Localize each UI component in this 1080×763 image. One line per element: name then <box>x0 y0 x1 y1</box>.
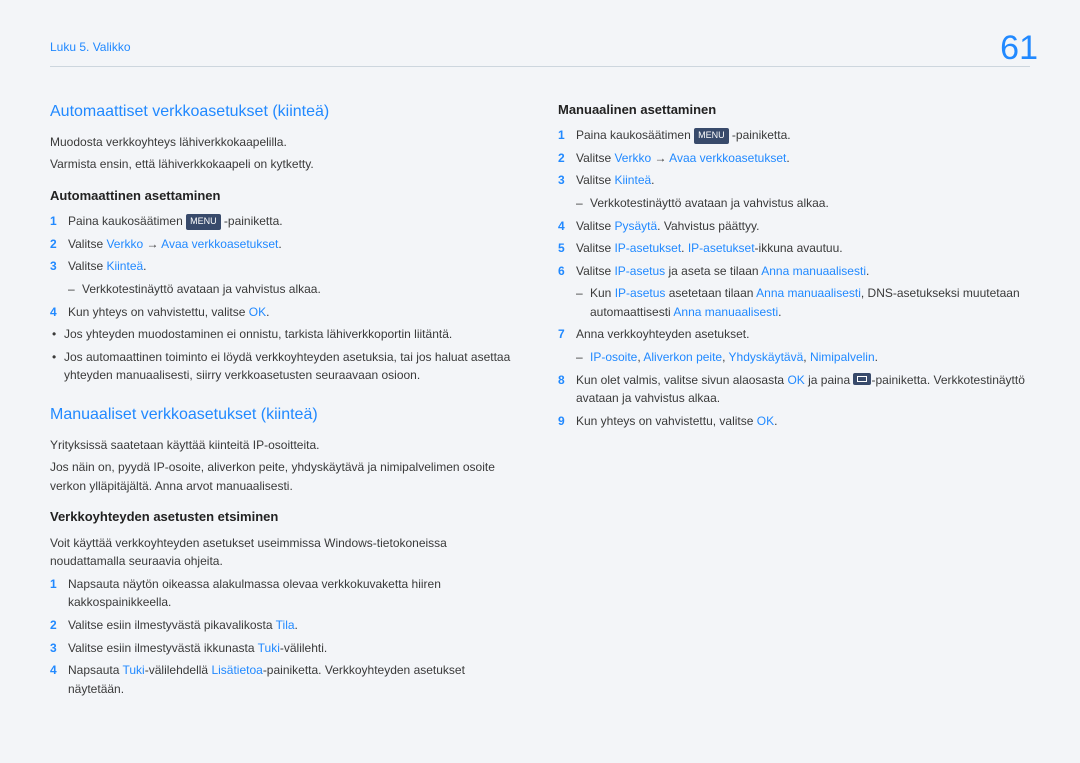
option-lisatietoa: Lisätietoa <box>211 663 262 677</box>
body-text: Voit käyttää verkkoyhteyden asetukset us… <box>50 534 522 571</box>
step-text: -painiketta. <box>729 128 791 142</box>
step-text: -välilehdellä <box>145 663 212 677</box>
note-text: Jos yhteyden muodostaminen ei onnistu, t… <box>50 325 522 344</box>
step-text: Kun yhteys on vahvistettu, valitse <box>576 414 757 428</box>
step-text: . <box>786 151 789 165</box>
option-verkko: Verkko <box>106 237 143 251</box>
steps-find: 1Napsauta näytön oikeassa alakulmassa ol… <box>50 575 522 699</box>
option-ok: OK <box>757 414 774 428</box>
step-text: . <box>681 241 688 255</box>
step-text: Napsauta näytön oikeassa alakulmassa ole… <box>68 577 441 610</box>
step-text: . Vahvistus päättyy. <box>657 219 759 233</box>
step-text: -painiketta. <box>221 214 283 228</box>
enter-button-icon <box>853 373 871 385</box>
list-item: 9 Kun yhteys on vahvistettu, valitse OK. <box>558 412 1030 431</box>
option-tuki: Tuki <box>258 641 280 655</box>
menu-tag-icon: MENU <box>694 128 729 144</box>
option-verkko: Verkko <box>614 151 651 165</box>
list-item: 1 Paina kaukosäätimen MENU -painiketta. <box>558 126 1030 145</box>
step-text: Napsauta <box>68 663 123 677</box>
step-text: Paina kaukosäätimen <box>68 214 186 228</box>
option-anna-manuaalisesti: Anna manuaalisesti <box>761 264 866 278</box>
step-text: . <box>278 237 281 251</box>
body-text: Jos näin on, pyydä IP-osoite, aliverkon … <box>50 458 522 495</box>
note-text: Jos automaattinen toiminto ei löydä verk… <box>50 348 522 385</box>
step-text: Valitse <box>68 259 106 273</box>
steps-auto: 1 Paina kaukosäätimen MENU -painiketta. … <box>50 212 522 321</box>
list-item: 4 Valitse Pysäytä. Vahvistus päättyy. <box>558 217 1030 236</box>
option-kiintea: Kiinteä <box>106 259 143 273</box>
note-text: IP-osoite, Aliverkon peite, Yhdyskäytävä… <box>576 348 1030 367</box>
step-text: Valitse <box>576 219 614 233</box>
step-text: . <box>866 264 869 278</box>
step-text: → <box>651 151 669 165</box>
notes-auto: Jos yhteyden muodostaminen ei onnistu, t… <box>50 325 522 385</box>
option-ip-asetus: IP-asetus <box>614 264 665 278</box>
step-text: . <box>774 414 777 428</box>
subheading-find-settings: Verkkoyhteyden asetusten etsiminen <box>50 507 522 527</box>
list-item: 6 Valitse IP-asetus ja aseta se tilaan A… <box>558 262 1030 322</box>
header-divider <box>50 66 1030 67</box>
option-pysayta: Pysäytä <box>614 219 657 233</box>
step-text: Valitse <box>576 151 614 165</box>
list-item: 4 Napsauta Tuki-välilehdellä Lisätietoa-… <box>50 661 522 698</box>
body-text: Muodosta verkkoyhteys lähiverkkokaapelil… <box>50 133 522 152</box>
subheading-manual-setup: Manuaalinen asettaminen <box>558 100 1030 120</box>
step-text: Valitse <box>68 237 106 251</box>
step-text: Valitse <box>576 241 614 255</box>
heading-auto-settings: Automaattiset verkkoasetukset (kiinteä) <box>50 100 522 125</box>
step-text: Paina kaukosäätimen <box>576 128 694 142</box>
list-item: 2 Valitse Verkko → Avaa verkkoasetukset. <box>50 235 522 254</box>
step-text: ja aseta se tilaan <box>665 264 761 278</box>
list-item: 1 Paina kaukosäätimen MENU -painiketta. <box>50 212 522 231</box>
step-text: . <box>143 259 146 273</box>
note-text: Verkkotestinäyttö avataan ja vahvistus a… <box>576 194 1030 213</box>
breadcrumb: Luku 5. Valikko <box>50 38 131 57</box>
step-text: Valitse esiin ilmestyvästä pikavalikosta <box>68 618 276 632</box>
content-columns: Automaattiset verkkoasetukset (kiinteä) … <box>50 100 1030 730</box>
option-tila: Tila <box>276 618 295 632</box>
note-text: Kun IP-asetus asetetaan tilaan Anna manu… <box>576 284 1030 321</box>
option-ip-asetukset: IP-asetukset <box>688 241 755 255</box>
steps-manual: 1 Paina kaukosäätimen MENU -painiketta. … <box>558 126 1030 430</box>
body-text: Yrityksissä saatetaan käyttää kiinteitä … <box>50 436 522 455</box>
step-text: -välilehti. <box>280 641 327 655</box>
body-text: Varmista ensin, että lähiverkkokaapeli o… <box>50 155 522 174</box>
step-text: Anna verkkoyhteyden asetukset. <box>576 327 749 341</box>
list-item: 3 Valitse Kiinteä. Verkkotestinäyttö ava… <box>50 257 522 298</box>
list-item: 1Napsauta näytön oikeassa alakulmassa ol… <box>50 575 522 612</box>
option-avaa-verkkoasetukset: Avaa verkkoasetukset <box>161 237 278 251</box>
step-text: Valitse <box>576 173 614 187</box>
list-item: 2 Valitse esiin ilmestyvästä pikavalikos… <box>50 616 522 635</box>
list-item: 2 Valitse Verkko → Avaa verkkoasetukset. <box>558 149 1030 168</box>
option-ok: OK <box>787 373 804 387</box>
option-avaa-verkkoasetukset: Avaa verkkoasetukset <box>669 151 786 165</box>
option-kiintea: Kiinteä <box>614 173 651 187</box>
list-item: 5 Valitse IP-asetukset. IP-asetukset-ikk… <box>558 239 1030 258</box>
list-item: 8 Kun olet valmis, valitse sivun alaosas… <box>558 371 1030 408</box>
step-text: . <box>266 305 269 319</box>
note-text: Verkkotestinäyttö avataan ja vahvistus a… <box>68 280 522 299</box>
step-text: . <box>295 618 298 632</box>
step-text: Valitse esiin ilmestyvästä ikkunasta <box>68 641 258 655</box>
step-text: ja paina <box>805 373 854 387</box>
step-text: -ikkuna avautuu. <box>755 241 843 255</box>
list-item: 4 Kun yhteys on vahvistettu, valitse OK. <box>50 303 522 322</box>
step-text: Valitse <box>576 264 614 278</box>
list-item: 7 Anna verkkoyhteyden asetukset. IP-osoi… <box>558 325 1030 366</box>
step-text: → <box>143 237 161 251</box>
option-ok: OK <box>249 305 266 319</box>
list-item: 3 Valitse Kiinteä. Verkkotestinäyttö ava… <box>558 171 1030 212</box>
step-text: . <box>651 173 654 187</box>
option-ip-asetukset: IP-asetukset <box>614 241 681 255</box>
step-text: Kun yhteys on vahvistettu, valitse <box>68 305 249 319</box>
menu-tag-icon: MENU <box>186 214 221 230</box>
step-text: Kun olet valmis, valitse sivun alaosasta <box>576 373 787 387</box>
list-item: 3 Valitse esiin ilmestyvästä ikkunasta T… <box>50 639 522 658</box>
option-tuki: Tuki <box>123 663 145 677</box>
heading-manual-settings: Manuaaliset verkkoasetukset (kiinteä) <box>50 403 522 428</box>
subheading-auto-setup: Automaattinen asettaminen <box>50 186 522 206</box>
